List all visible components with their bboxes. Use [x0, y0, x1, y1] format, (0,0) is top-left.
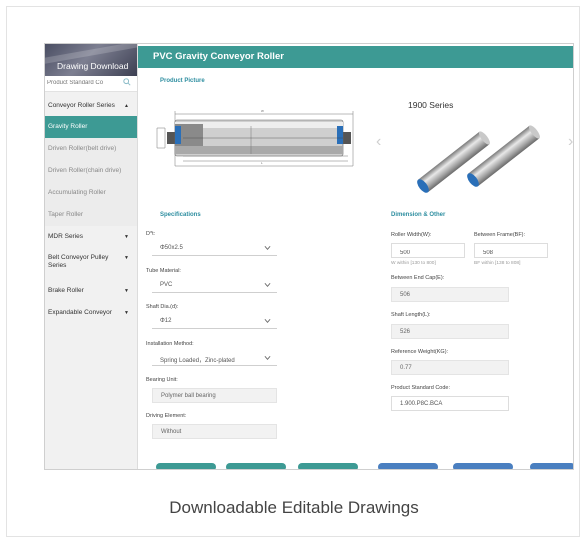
between-frame-label: Between Frame(BF):: [474, 232, 526, 238]
spec-select-value: Φ50x2.5: [160, 245, 183, 251]
chevron-down-icon: ▼: [124, 310, 129, 316]
sidebar-item-driven-roller-belt[interactable]: Driven Roller(belt drive): [45, 138, 137, 160]
spec-readonly-driving: Without: [152, 424, 277, 439]
action-button[interactable]: [530, 463, 573, 469]
chevron-down-icon: [264, 245, 271, 250]
search-input[interactable]: [47, 77, 117, 89]
spec-select-value: PVC: [160, 282, 173, 288]
sidebar-item-label: Expandable Conveyor: [48, 309, 112, 316]
roller-technical-drawing: W BF L: [156, 109, 354, 167]
spec-label: Shaft Dia.(d):: [146, 304, 179, 310]
action-button[interactable]: [378, 463, 438, 469]
spec-label: Bearing Unit:: [146, 377, 178, 383]
action-button[interactable]: [226, 463, 286, 469]
sidebar-item-label: Driven Roller(belt drive): [48, 145, 117, 152]
app-screenshot: Drawing Download Conveyor Roller Series …: [44, 43, 574, 470]
spec-select-shaft-dia[interactable]: Φ12: [152, 315, 277, 329]
dimension-title: Dimension & Other: [391, 212, 446, 218]
spec-label: D*t:: [146, 231, 156, 237]
sidebar-item-label: Taper Roller: [48, 211, 84, 218]
sidebar-item-label: Belt Conveyor Pulley Series: [48, 254, 109, 269]
sidebar-item-label: Conveyor Roller Series: [48, 102, 115, 109]
sidebar-item-mdr-series[interactable]: MDR Series ▼: [45, 228, 137, 246]
series-label: 1900 Series: [408, 100, 454, 110]
shaft-length-label: Shaft Length(L):: [391, 312, 431, 318]
end-cap-label: Between End Cap(E):: [391, 275, 445, 281]
roller-product-photo: [417, 125, 540, 193]
sidebar-item-gravity-roller[interactable]: Gravity Roller: [45, 116, 137, 138]
sidebar-item-label: Brake Roller: [48, 287, 84, 294]
sidebar-banner-title: Drawing Download: [57, 61, 129, 71]
roller-width-hint: W within [130 to 800]: [391, 261, 436, 266]
sidebar-item-brake-roller[interactable]: Brake Roller ▼: [45, 282, 137, 300]
action-button[interactable]: [453, 463, 513, 469]
sidebar-banner: Drawing Download: [45, 44, 137, 76]
sidebar-item-taper-roller[interactable]: Taper Roller: [45, 204, 137, 226]
chevron-right-icon[interactable]: ›: [568, 133, 573, 151]
weight-value: 0.77: [391, 360, 509, 375]
roller-width-input[interactable]: [391, 243, 465, 258]
spec-select-tube-material[interactable]: PVC: [152, 279, 277, 293]
between-frame-input[interactable]: [474, 243, 548, 258]
sidebar-item-belt-conveyor-pulley[interactable]: Belt Conveyor Pulley Series ▼: [45, 254, 137, 274]
sidebar: Drawing Download Conveyor Roller Series …: [45, 44, 138, 469]
roller-width-label: Roller Width(W):: [391, 232, 432, 238]
action-button[interactable]: [156, 463, 216, 469]
svg-text:W: W: [261, 109, 264, 113]
svg-text:L: L: [261, 161, 263, 165]
spec-label: Installation Method:: [146, 341, 194, 347]
chevron-down-icon: ▼: [124, 255, 129, 261]
spec-label: Tube Material:: [146, 268, 181, 274]
chevron-down-icon: [264, 355, 271, 360]
sidebar-item-expandable-conveyor[interactable]: Expandable Conveyor ▼: [45, 304, 137, 322]
chevron-down-icon: ▼: [124, 234, 129, 240]
shaft-length-value: 526: [391, 324, 509, 339]
sidebar-item-accumulating-roller[interactable]: Accumulating Roller: [45, 182, 137, 204]
sidebar-item-label: MDR Series: [48, 233, 84, 240]
chevron-down-icon: [264, 282, 271, 287]
chevron-down-icon: ▼: [124, 288, 129, 294]
spec-readonly-bearing: Polymer ball bearing: [152, 388, 277, 403]
sidebar-item-conveyor-roller-series[interactable]: Conveyor Roller Series ▲: [45, 96, 137, 116]
chevron-up-icon: ▲: [124, 103, 129, 109]
code-label: Product Standard Code:: [391, 385, 451, 391]
spec-label: Driving Element:: [146, 413, 187, 419]
chevron-left-icon[interactable]: ‹: [376, 133, 381, 151]
sidebar-item-label: Driven Roller(chain drive): [48, 167, 122, 174]
sidebar-item-driven-roller-chain[interactable]: Driven Roller(chain drive): [45, 160, 137, 182]
search-icon[interactable]: [123, 78, 131, 86]
end-cap-value: 506: [391, 287, 509, 302]
code-value: 1.900.P8C.BCA: [391, 396, 509, 411]
spec-select-value: Spring Loaded，Zinc-plated: [160, 358, 235, 364]
between-frame-hint: BF within [138 to 808]: [474, 261, 521, 266]
card: Drawing Download Conveyor Roller Series …: [6, 6, 580, 537]
product-picture-title: Product Picture: [160, 78, 205, 84]
spec-select-installation[interactable]: Spring Loaded，Zinc-plated: [152, 352, 277, 366]
sidebar-item-label: Accumulating Roller: [48, 189, 106, 196]
page-title: PVC Gravity Conveyor Roller: [153, 51, 284, 62]
page-header: PVC Gravity Conveyor Roller: [138, 46, 573, 68]
action-button[interactable]: [298, 463, 358, 469]
sidebar-search[interactable]: [45, 76, 137, 92]
spec-select-value: Φ12: [160, 318, 172, 324]
sidebar-item-label: Gravity Roller: [48, 123, 88, 130]
caption: Downloadable Editable Drawings: [169, 498, 419, 517]
weight-label: Reference Weight(KG):: [391, 349, 449, 355]
main-panel: PVC Gravity Conveyor Roller Product Pict…: [138, 44, 573, 469]
chevron-down-icon: [264, 318, 271, 323]
spec-select-dt[interactable]: Φ50x2.5: [152, 242, 277, 256]
specifications-title: Specifications: [160, 212, 201, 218]
